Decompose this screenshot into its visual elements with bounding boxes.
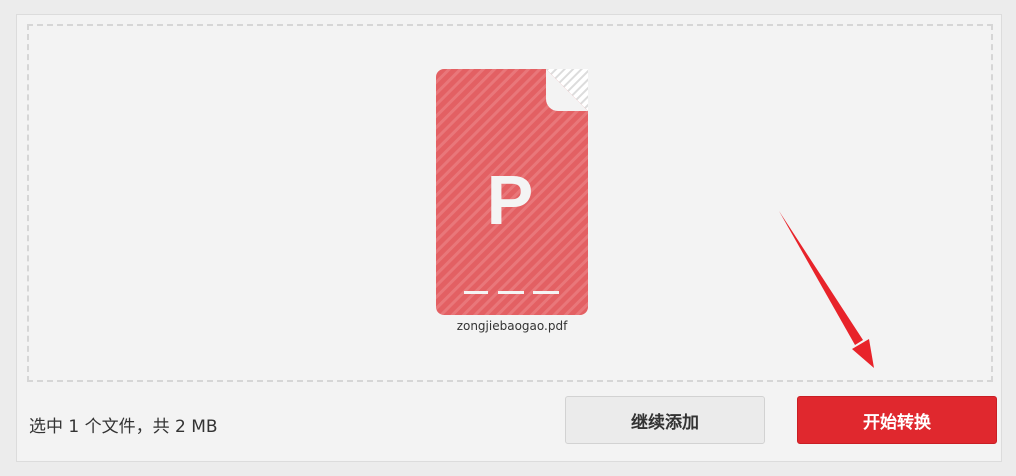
converter-panel: P zongjiebaogao.pdf 选中 1 个文件，共 2 MB 继续添加… xyxy=(16,14,1002,462)
pdf-file-icon: P xyxy=(436,69,588,315)
selection-summary: 选中 1 个文件，共 2 MB xyxy=(29,417,218,437)
file-card[interactable]: P zongjiebaogao.pdf xyxy=(436,69,588,339)
file-dropzone[interactable]: P zongjiebaogao.pdf xyxy=(27,24,993,382)
file-name: zongjiebaogao.pdf xyxy=(456,319,568,333)
file-type-letter: P xyxy=(487,161,534,239)
start-convert-button[interactable]: 开始转换 xyxy=(797,396,997,444)
continue-add-button[interactable]: 继续添加 xyxy=(565,396,765,444)
